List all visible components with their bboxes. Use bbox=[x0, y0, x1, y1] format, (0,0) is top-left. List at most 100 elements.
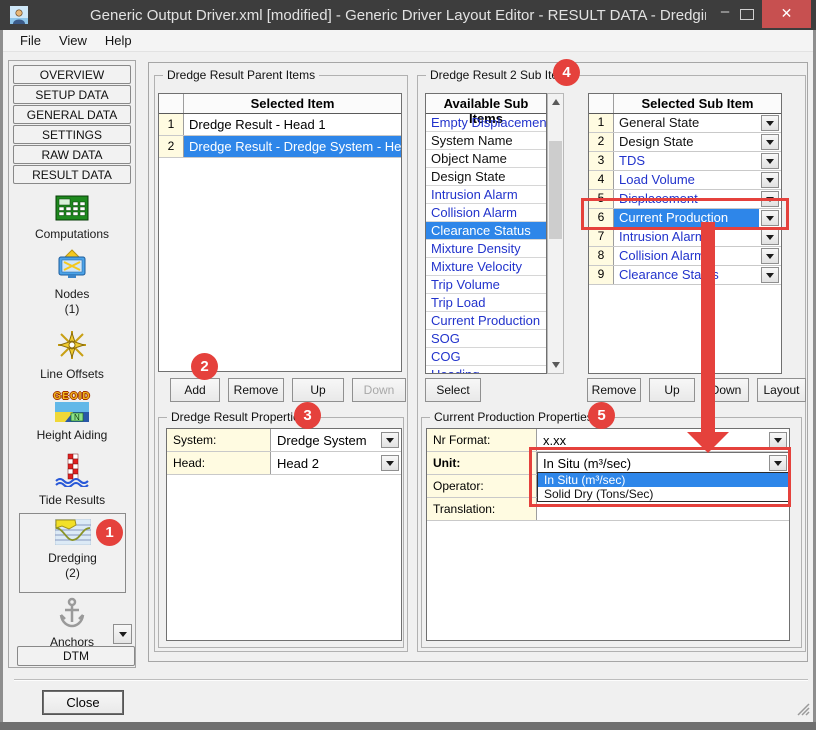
row-number: 4 bbox=[589, 171, 614, 189]
sidebar-item-line-offsets[interactable]: Line Offsets bbox=[9, 329, 135, 381]
row-dropdown-button[interactable] bbox=[761, 115, 779, 131]
selected-sub-item-row[interactable]: 1General State bbox=[589, 114, 781, 133]
dropdown-button[interactable] bbox=[381, 432, 399, 448]
sidebar-nav-general-data[interactable]: GENERAL DATA bbox=[13, 105, 131, 124]
sidebar-item-tide-results[interactable]: Tide Results bbox=[9, 453, 135, 507]
maximize-button[interactable] bbox=[740, 9, 754, 20]
available-sub-item[interactable]: Design State bbox=[426, 168, 546, 186]
sidebar-item-nodes[interactable]: Nodes (1) bbox=[9, 249, 135, 316]
row-dropdown-button[interactable] bbox=[761, 172, 779, 188]
sidebar-nav-setup-data[interactable]: SETUP DATA bbox=[13, 85, 131, 104]
row-dropdown-button[interactable] bbox=[761, 229, 779, 245]
selected-sub-item-row[interactable]: 9Clearance Status bbox=[589, 266, 781, 285]
scroll-down-button[interactable] bbox=[548, 357, 563, 373]
row-dropdown-button[interactable] bbox=[761, 267, 779, 283]
menu-view[interactable]: View bbox=[50, 31, 96, 50]
sidebar-item-label: Computations bbox=[9, 227, 135, 241]
row-number: 8 bbox=[589, 247, 614, 265]
parent-prop-row: System:Dredge System bbox=[167, 429, 401, 452]
header-title: Available Sub Items bbox=[426, 94, 546, 113]
sidebar-item-height-aiding[interactable]: GEOID N Height Aiding bbox=[9, 391, 135, 442]
parent-props-table: System:Dredge SystemHead:Head 2 bbox=[166, 428, 402, 641]
sidebar-item-computations[interactable]: Computations bbox=[9, 195, 135, 241]
row-number: 9 bbox=[589, 266, 614, 284]
prod-prop-label: Unit: bbox=[427, 452, 537, 474]
available-sub-item[interactable]: Mixture Density bbox=[426, 240, 546, 258]
height-aiding-icon: N bbox=[55, 402, 89, 422]
sidebar-item-count: (1) bbox=[9, 302, 135, 316]
app-window: Generic Output Driver.xml [modified] - G… bbox=[0, 0, 816, 730]
selected-sub-item-row[interactable]: 7Intrusion Alarm bbox=[589, 228, 781, 247]
chevron-down-icon bbox=[119, 632, 127, 637]
selected-sub-item-row[interactable]: 4Load Volume bbox=[589, 171, 781, 190]
row-dropdown-button[interactable] bbox=[761, 153, 779, 169]
selected-sub-item-row[interactable]: 2Design State bbox=[589, 133, 781, 152]
group-title: Current Production Properties bbox=[430, 410, 597, 424]
row-dropdown-button[interactable] bbox=[761, 248, 779, 264]
group-title: Dredge Result Properties bbox=[167, 410, 310, 424]
row-text: Dredge Result - Head 1 bbox=[184, 114, 401, 135]
table-header: Selected Item bbox=[159, 94, 401, 114]
prod-prop-label: Translation: bbox=[427, 498, 537, 520]
sidebar-nav-settings[interactable]: SETTINGS bbox=[13, 125, 131, 144]
svg-text:N: N bbox=[74, 413, 80, 422]
row-dropdown-button[interactable] bbox=[761, 134, 779, 150]
menu-help[interactable]: Help bbox=[96, 31, 141, 50]
available-sub-item[interactable]: Trip Volume bbox=[426, 276, 546, 294]
parent-item-row[interactable]: 2Dredge Result - Dredge System - He... bbox=[159, 136, 401, 158]
selected-sub-item-row[interactable]: 8Collision Alarm bbox=[589, 247, 781, 266]
available-sub-item[interactable]: COG bbox=[426, 348, 546, 366]
title-bar: Generic Output Driver.xml [modified] - G… bbox=[0, 0, 816, 30]
available-sub-item[interactable]: Trip Load bbox=[426, 294, 546, 312]
tide-results-icon bbox=[54, 453, 90, 487]
anchors-icon bbox=[57, 597, 87, 629]
scroll-up-button[interactable] bbox=[548, 94, 563, 110]
parent-prop-value[interactable]: Head 2 bbox=[271, 452, 401, 474]
row-number: 7 bbox=[589, 228, 614, 246]
selected-sub-items-table: Selected Sub Item 1General State2Design … bbox=[588, 93, 782, 374]
resize-grip[interactable] bbox=[796, 702, 810, 721]
sidebar-nav-dtm[interactable]: DTM bbox=[17, 646, 135, 666]
sub-remove-button[interactable]: Remove bbox=[587, 378, 641, 402]
window-close-button[interactable]: ✕ bbox=[762, 0, 811, 28]
parent-prop-label: Head: bbox=[167, 452, 271, 474]
dropdown-button[interactable] bbox=[381, 455, 399, 471]
available-sub-item[interactable]: Clearance Status bbox=[426, 222, 546, 240]
select-button[interactable]: Select bbox=[425, 378, 481, 402]
available-sub-item[interactable]: Intrusion Alarm bbox=[426, 186, 546, 204]
available-sub-item[interactable]: Object Name bbox=[426, 150, 546, 168]
sidebar-item-label: Height Aiding bbox=[9, 428, 135, 442]
remove-button[interactable]: Remove bbox=[228, 378, 284, 402]
sidebar-nav-overview[interactable]: OVERVIEW bbox=[13, 65, 131, 84]
anchors-dropdown-button[interactable] bbox=[113, 624, 132, 644]
parent-prop-row: Head:Head 2 bbox=[167, 452, 401, 475]
dropdown-button[interactable] bbox=[769, 432, 787, 448]
parent-item-row[interactable]: 1Dredge Result - Head 1 bbox=[159, 114, 401, 136]
sidebar-nav-result-data[interactable]: RESULT DATA bbox=[13, 165, 131, 184]
available-sub-item[interactable]: System Name bbox=[426, 132, 546, 150]
scrollbar-thumb[interactable] bbox=[549, 141, 562, 239]
down-button[interactable]: Down bbox=[352, 378, 406, 402]
selected-sub-item-row[interactable]: 3TDS bbox=[589, 152, 781, 171]
add-button[interactable]: Add bbox=[170, 378, 220, 402]
available-sub-item[interactable]: Current Production bbox=[426, 312, 546, 330]
header-number-cell bbox=[159, 94, 184, 113]
menu-file[interactable]: File bbox=[11, 31, 50, 50]
chevron-down-icon bbox=[552, 362, 560, 368]
available-sub-item[interactable]: SOG bbox=[426, 330, 546, 348]
available-sub-item[interactable]: Collision Alarm bbox=[426, 204, 546, 222]
sidebar-nav-raw-data[interactable]: RAW DATA bbox=[13, 145, 131, 164]
layout-button[interactable]: Layout bbox=[757, 378, 806, 402]
available-list-scrollbar[interactable] bbox=[547, 93, 564, 374]
close-button[interactable]: Close bbox=[43, 691, 123, 714]
available-sub-item[interactable]: Mixture Velocity bbox=[426, 258, 546, 276]
sub-up-button[interactable]: Up bbox=[649, 378, 695, 402]
available-sub-items-list: Available Sub Items Empty DisplacementSy… bbox=[425, 93, 547, 374]
parent-prop-value[interactable]: Dredge System bbox=[271, 429, 401, 451]
row-text: TDS bbox=[614, 152, 759, 170]
up-button[interactable]: Up bbox=[292, 378, 344, 402]
available-sub-item[interactable]: Heading bbox=[426, 366, 546, 374]
header-title: Selected Item bbox=[184, 94, 401, 113]
minimize-button[interactable]: – bbox=[712, 0, 738, 28]
available-sub-item[interactable]: Empty Displacement bbox=[426, 114, 546, 132]
